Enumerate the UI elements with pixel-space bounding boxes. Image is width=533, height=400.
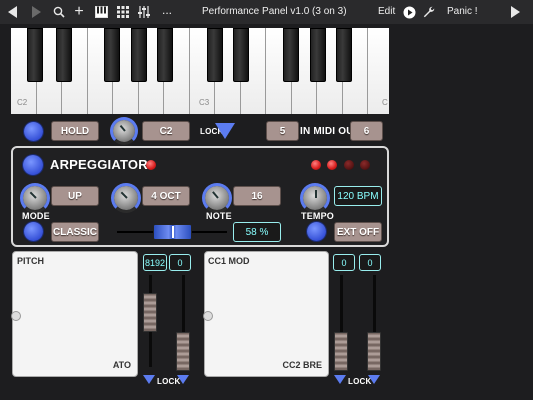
knob-needle	[120, 191, 128, 199]
step-led-1	[311, 160, 321, 170]
chevron-right-icon[interactable]	[508, 4, 522, 20]
back-icon[interactable]	[6, 4, 20, 20]
note-label: NOTE	[206, 211, 232, 221]
arpeggiator-panel: ARPEGGIATOR MODE UP 4 OCT NOTE 16 TEMPO …	[11, 146, 389, 247]
keyboard-icon[interactable]	[94, 4, 108, 20]
knob-needle	[119, 124, 126, 132]
octave-value-display[interactable]: C2	[142, 121, 190, 141]
arpeggiator-title: ARPEGGIATOR	[50, 157, 148, 172]
pitch-xy-pad[interactable]: PITCH ATO	[11, 251, 138, 377]
play-icon[interactable]	[402, 4, 416, 20]
top-toolbar: + ... Performance Panel v1.0 (3 on 3) Ed…	[0, 0, 533, 24]
midi-out-channel[interactable]: 6	[350, 121, 383, 141]
chevron-down-icon[interactable]	[143, 375, 155, 384]
mixer-icon[interactable]	[137, 4, 153, 20]
black-key[interactable]	[131, 28, 147, 82]
pad-y-value: 0	[169, 254, 191, 271]
panic-button[interactable]: Panic !	[447, 6, 478, 17]
search-icon[interactable]	[52, 4, 66, 20]
gate-value-display[interactable]: 58 %	[233, 222, 281, 242]
chevron-down-icon[interactable]	[368, 375, 380, 384]
midi-in-channel[interactable]: 5	[266, 121, 299, 141]
chevron-down-icon[interactable]	[334, 375, 346, 384]
gate-slider-thumb[interactable]	[153, 224, 192, 240]
cc1-mod-xy-pad[interactable]: CC1 MOD CC2 BRE	[203, 251, 329, 377]
black-key[interactable]	[233, 28, 249, 82]
pad-handle[interactable]	[203, 311, 213, 321]
pad-x-value: 0	[333, 254, 355, 271]
pad-y-slider-cap[interactable]	[176, 332, 190, 371]
mode-value-display[interactable]: UP	[51, 186, 99, 206]
cc1-slider-cap[interactable]	[334, 332, 348, 371]
black-key[interactable]	[310, 28, 326, 82]
settings-wrench-icon[interactable]	[422, 4, 436, 20]
knob-needle	[315, 190, 317, 198]
pad-x-value: 8192	[143, 254, 167, 271]
step-led-2	[327, 160, 337, 170]
knob-needle	[212, 191, 219, 199]
page-title: Performance Panel v1.0 (3 on 3)	[202, 6, 347, 17]
chevron-down-icon[interactable]	[177, 375, 189, 384]
pad-handle[interactable]	[11, 311, 21, 321]
note-value-display[interactable]: 16	[233, 186, 281, 206]
pad-footer: CC2 BRE	[282, 360, 322, 370]
range-knob[interactable]	[111, 183, 141, 213]
more-menu[interactable]: ...	[162, 3, 172, 17]
black-key[interactable]	[283, 28, 299, 82]
sync-toggle-button[interactable]	[307, 222, 326, 241]
step-led-3	[344, 160, 354, 170]
style-toggle-button[interactable]	[24, 222, 43, 241]
edit-button[interactable]: Edit	[378, 6, 395, 17]
key-label-c4: C	[382, 98, 388, 107]
black-key[interactable]	[157, 28, 173, 82]
pad-title: PITCH	[17, 256, 44, 266]
key-label-c3: C3	[199, 98, 210, 107]
black-key[interactable]	[207, 28, 223, 82]
hold-toggle-button[interactable]	[24, 122, 43, 141]
key-label-c2: C2	[17, 98, 28, 107]
gate-slider-marker	[172, 226, 174, 238]
pad-y-value: 0	[359, 254, 381, 271]
pitch-slider-cap[interactable]	[143, 293, 157, 332]
step-led-4	[360, 160, 370, 170]
black-key[interactable]	[104, 28, 120, 82]
sync-value-display[interactable]: EXT OFF	[334, 222, 382, 242]
grid-icon[interactable]	[116, 4, 130, 20]
octave-knob[interactable]	[110, 117, 138, 145]
style-value-display[interactable]: CLASSIC	[51, 222, 99, 242]
add-icon[interactable]: +	[72, 3, 86, 20]
pad-title: CC1 MOD	[208, 256, 250, 266]
black-key[interactable]	[56, 28, 72, 82]
mode-knob[interactable]	[20, 183, 50, 213]
knob-needle	[29, 191, 37, 199]
tempo-value-display[interactable]: 120 BPM	[334, 186, 382, 206]
black-key[interactable]	[27, 28, 43, 82]
black-key[interactable]	[336, 28, 352, 82]
range-value-display[interactable]: 4 OCT	[142, 186, 190, 206]
lock-chevron-down-icon[interactable]	[215, 123, 235, 139]
tempo-label: TEMPO	[301, 211, 335, 221]
forward-icon[interactable]	[29, 4, 43, 20]
cc2-slider-cap[interactable]	[367, 332, 381, 371]
note-knob[interactable]	[202, 183, 232, 213]
piano-keyboard[interactable]: C2 C3 C	[11, 28, 389, 114]
tempo-knob[interactable]	[300, 183, 330, 213]
pad-footer: ATO	[112, 360, 131, 370]
arpeggiator-power-button[interactable]	[23, 155, 43, 175]
mode-label: MODE	[22, 211, 50, 221]
hold-button[interactable]: HOLD	[51, 121, 99, 141]
led-indicator	[146, 160, 156, 170]
